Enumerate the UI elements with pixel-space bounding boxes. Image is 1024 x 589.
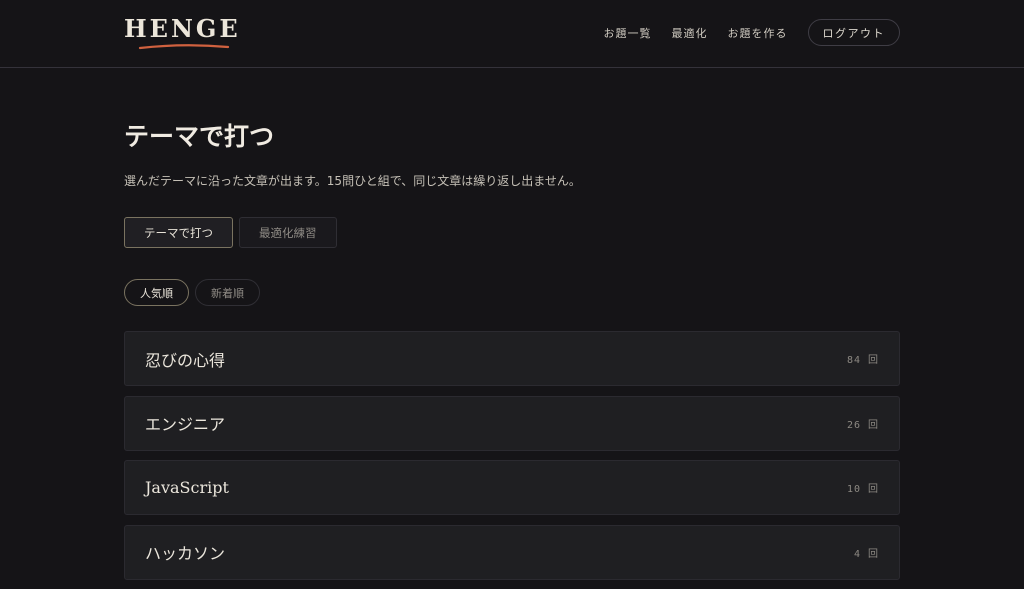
sort-options: 人気順 新着順 <box>124 279 266 306</box>
site-header: HENGE お題一覧 最適化 お題を作る ログアウト <box>0 0 1024 68</box>
tab-theme-typing[interactable]: テーマで打つ <box>124 217 233 248</box>
main-nav: お題一覧 最適化 お題を作る ログアウト <box>604 19 900 46</box>
mode-tabs: テーマで打つ 最適化練習 <box>124 217 343 248</box>
sort-newest[interactable]: 新着順 <box>195 279 260 306</box>
brand-logo[interactable]: HENGE <box>124 14 241 43</box>
topic-name: エンジニア <box>145 415 226 434</box>
topic-row[interactable]: JavaScript 10 回 <box>124 460 900 515</box>
topic-list: 忍びの心得 84 回 エンジニア 26 回 JavaScript 10 回 ハッ… <box>124 331 900 589</box>
page-description: 選んだテーマに沿った文章が出ます。15問ひと組で、同じ文章は繰り返し出ません。 <box>124 174 581 188</box>
topic-play-count: 4 回 <box>853 548 879 560</box>
nav-optimize[interactable]: 最適化 <box>672 25 708 41</box>
topic-play-count: 26 回 <box>846 419 879 431</box>
tab-optimize-practice[interactable]: 最適化練習 <box>239 217 337 248</box>
sort-popular[interactable]: 人気順 <box>124 279 189 306</box>
nav-create-topic[interactable]: お題を作る <box>728 25 788 41</box>
topic-row[interactable]: 忍びの心得 84 回 <box>124 331 900 386</box>
topic-row[interactable]: ハッカソン 4 回 <box>124 524 900 580</box>
nav-topic-list[interactable]: お題一覧 <box>604 25 652 41</box>
topic-play-count: 84 回 <box>846 355 879 366</box>
logout-button[interactable]: ログアウト <box>807 19 900 46</box>
topic-name: 忍びの心得 <box>145 350 226 370</box>
topic-name: JavaScript <box>145 478 229 497</box>
logo-underline-icon <box>138 44 230 50</box>
topic-row[interactable]: エンジニア 26 回 <box>124 395 900 451</box>
topic-play-count: 10 回 <box>846 484 879 495</box>
topic-name: ハッカソン <box>145 544 226 563</box>
page-title: テーマで打つ <box>124 122 275 151</box>
